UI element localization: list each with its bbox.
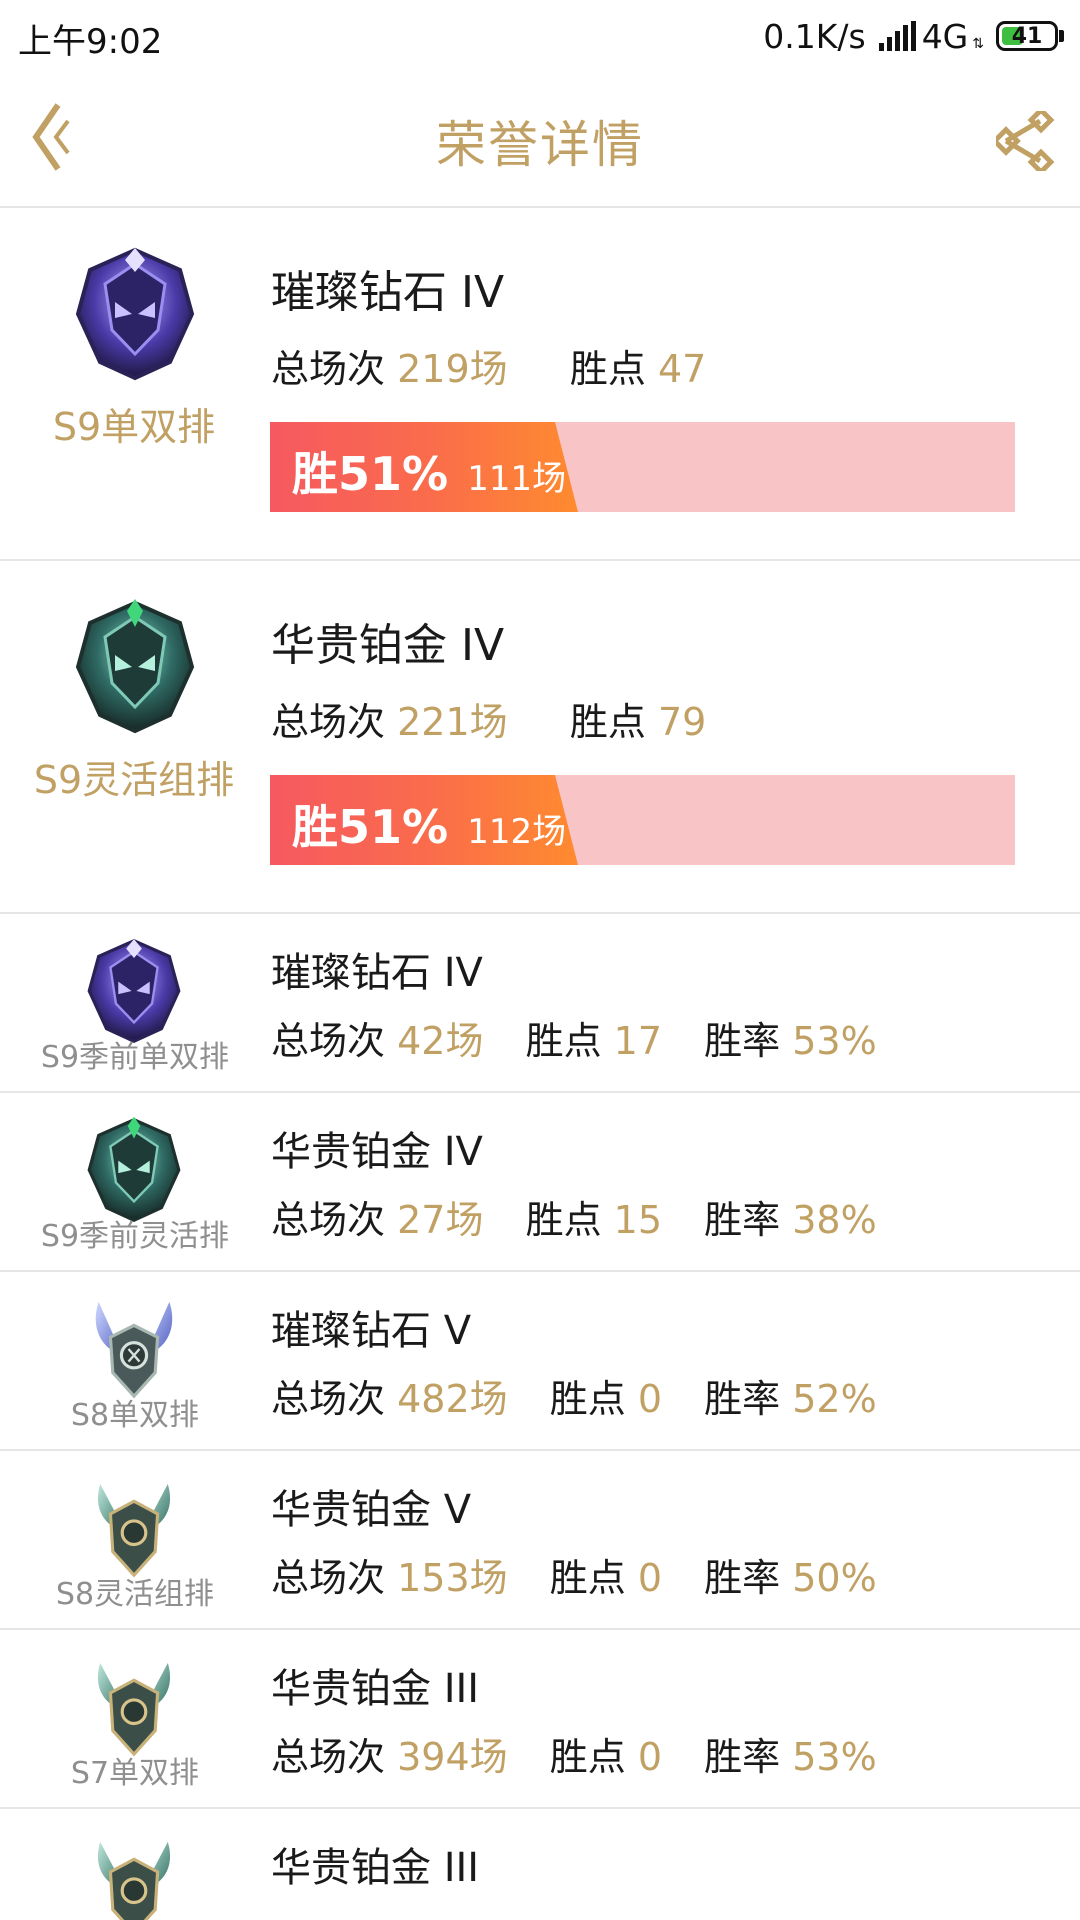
league-points: 0 <box>637 1377 663 1421</box>
signal-icon <box>876 21 916 51</box>
rank-name: 华贵铂金 IV <box>271 620 505 671</box>
stats-line: 总场次 42场 胜点 17 胜率 53% <box>271 1010 877 1065</box>
win-rate: 胜51% <box>292 800 449 854</box>
rate-label: 胜率 <box>704 1735 781 1779</box>
win-rate-bar: 胜51% 112场 <box>270 775 1015 865</box>
total-label: 总场次 <box>271 700 386 744</box>
rank-name: 华贵铂金 IV <box>271 1129 483 1175</box>
platinum-winged-emblem-icon <box>82 1473 186 1583</box>
rate-label: 胜率 <box>704 1019 781 1063</box>
rank-name: 璀璨钻石 IV <box>271 950 483 996</box>
rank-card-s9-flex[interactable]: S9灵活组排 华贵铂金 IV 总场次 221场 胜点 79 胜51% 112场 <box>0 561 1080 914</box>
rate-label: 胜率 <box>704 1556 781 1600</box>
rank-name: 华贵铂金 III <box>271 1845 480 1891</box>
list-item[interactable]: S9季前单双排 璀璨钻石 IV 总场次 42场 胜点 17 胜率 53% <box>0 914 1080 1093</box>
status-indicators: 0.1K/s 4G ⇅ 41 <box>763 14 1064 58</box>
queue-label: S8灵活组排 <box>55 1577 215 1612</box>
share-button[interactable] <box>991 106 1056 176</box>
network-type: 4G <box>921 16 969 56</box>
total-label: 总场次 <box>271 1735 386 1779</box>
league-points: 47 <box>657 347 707 391</box>
total-games: 27场 <box>397 1198 484 1242</box>
league-points: 15 <box>613 1198 663 1242</box>
rate-label: 胜率 <box>704 1377 781 1421</box>
list-item[interactable]: S9季前灵活排 华贵铂金 IV 总场次 27场 胜点 15 胜率 38% <box>0 1093 1080 1272</box>
win-rate: 38% <box>792 1198 877 1242</box>
rank-name: 华贵铂金 III <box>271 1666 480 1712</box>
total-games: 394场 <box>397 1735 508 1779</box>
win-rate: 胜51% <box>292 447 449 501</box>
total-games: 482场 <box>397 1377 508 1421</box>
queue-label: S8单双排 <box>70 1398 200 1433</box>
rank-name: 璀璨钻石 V <box>271 1308 472 1354</box>
platinum-winged-emblem-icon <box>82 1831 186 1920</box>
diamond-winged-emblem-icon <box>82 1294 186 1404</box>
queue-label: S9单双排 <box>52 405 216 449</box>
stats-line: 总场次 219场 胜点 47 <box>271 338 706 393</box>
queue-label: S9季前灵活排 <box>40 1219 230 1254</box>
rank-name: 璀璨钻石 IV <box>271 267 505 318</box>
platinum-winged-emblem-icon <box>82 1652 186 1762</box>
total-games: 42场 <box>397 1019 484 1063</box>
total-label: 总场次 <box>271 1198 386 1242</box>
stats-line: 总场次 394场 胜点 0 胜率 53% <box>271 1726 877 1781</box>
queue-label: S7单双排 <box>70 1756 200 1791</box>
points-label: 胜点 <box>525 1019 602 1063</box>
list-item[interactable]: 华贵铂金 III <box>0 1809 1080 1920</box>
total-games: 153场 <box>397 1556 508 1600</box>
league-points: 0 <box>637 1735 663 1779</box>
points-label: 胜点 <box>549 1377 626 1421</box>
points-label: 胜点 <box>549 1556 626 1600</box>
share-icon <box>991 106 1055 176</box>
total-games: 221场 <box>397 700 508 744</box>
queue-label: S9季前单双排 <box>40 1040 230 1075</box>
queue-label: S9灵活组排 <box>33 758 235 802</box>
status-time: 上午9:02 <box>18 22 163 62</box>
stats-line: 总场次 482场 胜点 0 胜率 52% <box>271 1368 877 1423</box>
list-item[interactable]: S8灵活组排 华贵铂金 V 总场次 153场 胜点 0 胜率 50% <box>0 1451 1080 1630</box>
status-bar: 上午9:02 0.1K/s 4G ⇅ 41 <box>0 0 1080 75</box>
total-label: 总场次 <box>271 347 386 391</box>
points-label: 胜点 <box>569 700 646 744</box>
diamond-emblem-icon <box>70 244 200 384</box>
points-label: 胜点 <box>549 1735 626 1779</box>
battery-icon: 41 <box>996 21 1058 51</box>
stats-line: 总场次 153场 胜点 0 胜率 50% <box>271 1547 877 1602</box>
win-rate: 50% <box>792 1556 877 1600</box>
stats-line: 总场次 27场 胜点 15 胜率 38% <box>271 1189 877 1244</box>
total-label: 总场次 <box>271 1019 386 1063</box>
win-rate: 53% <box>792 1735 877 1779</box>
rank-card-s9-solo[interactable]: S9单双排 璀璨钻石 IV 总场次 219场 胜点 47 胜51% 111场 <box>0 208 1080 561</box>
rank-name: 华贵铂金 V <box>271 1487 472 1533</box>
win-rate: 53% <box>792 1019 877 1063</box>
league-points: 79 <box>657 700 707 744</box>
win-count: 111场 <box>467 459 567 499</box>
win-rate-bar: 胜51% 111场 <box>270 422 1015 512</box>
win-rate: 52% <box>792 1377 877 1421</box>
league-points: 17 <box>613 1019 663 1063</box>
points-label: 胜点 <box>525 1198 602 1242</box>
total-label: 总场次 <box>271 1556 386 1600</box>
network-speed: 0.1K/s <box>763 16 866 56</box>
list-item[interactable]: S8单双排 璀璨钻石 V 总场次 482场 胜点 0 胜率 52% <box>0 1272 1080 1451</box>
platinum-emblem-icon <box>70 597 200 737</box>
page-title: 荣誉详情 <box>436 116 644 174</box>
list-item[interactable]: S7单双排 华贵铂金 III 总场次 394场 胜点 0 胜率 53% <box>0 1630 1080 1809</box>
data-arrows-icon: ⇅ <box>972 36 984 52</box>
total-label: 总场次 <box>271 1377 386 1421</box>
battery-level: 41 <box>1011 23 1043 49</box>
platinum-emblem-icon <box>82 1115 186 1225</box>
points-label: 胜点 <box>569 347 646 391</box>
win-count: 112场 <box>467 812 567 852</box>
total-games: 219场 <box>397 347 508 391</box>
rate-label: 胜率 <box>704 1198 781 1242</box>
league-points: 0 <box>637 1556 663 1600</box>
stats-line: 总场次 221场 胜点 79 <box>271 691 706 746</box>
diamond-emblem-icon <box>82 936 186 1046</box>
app-header: 荣誉详情 <box>0 75 1080 208</box>
